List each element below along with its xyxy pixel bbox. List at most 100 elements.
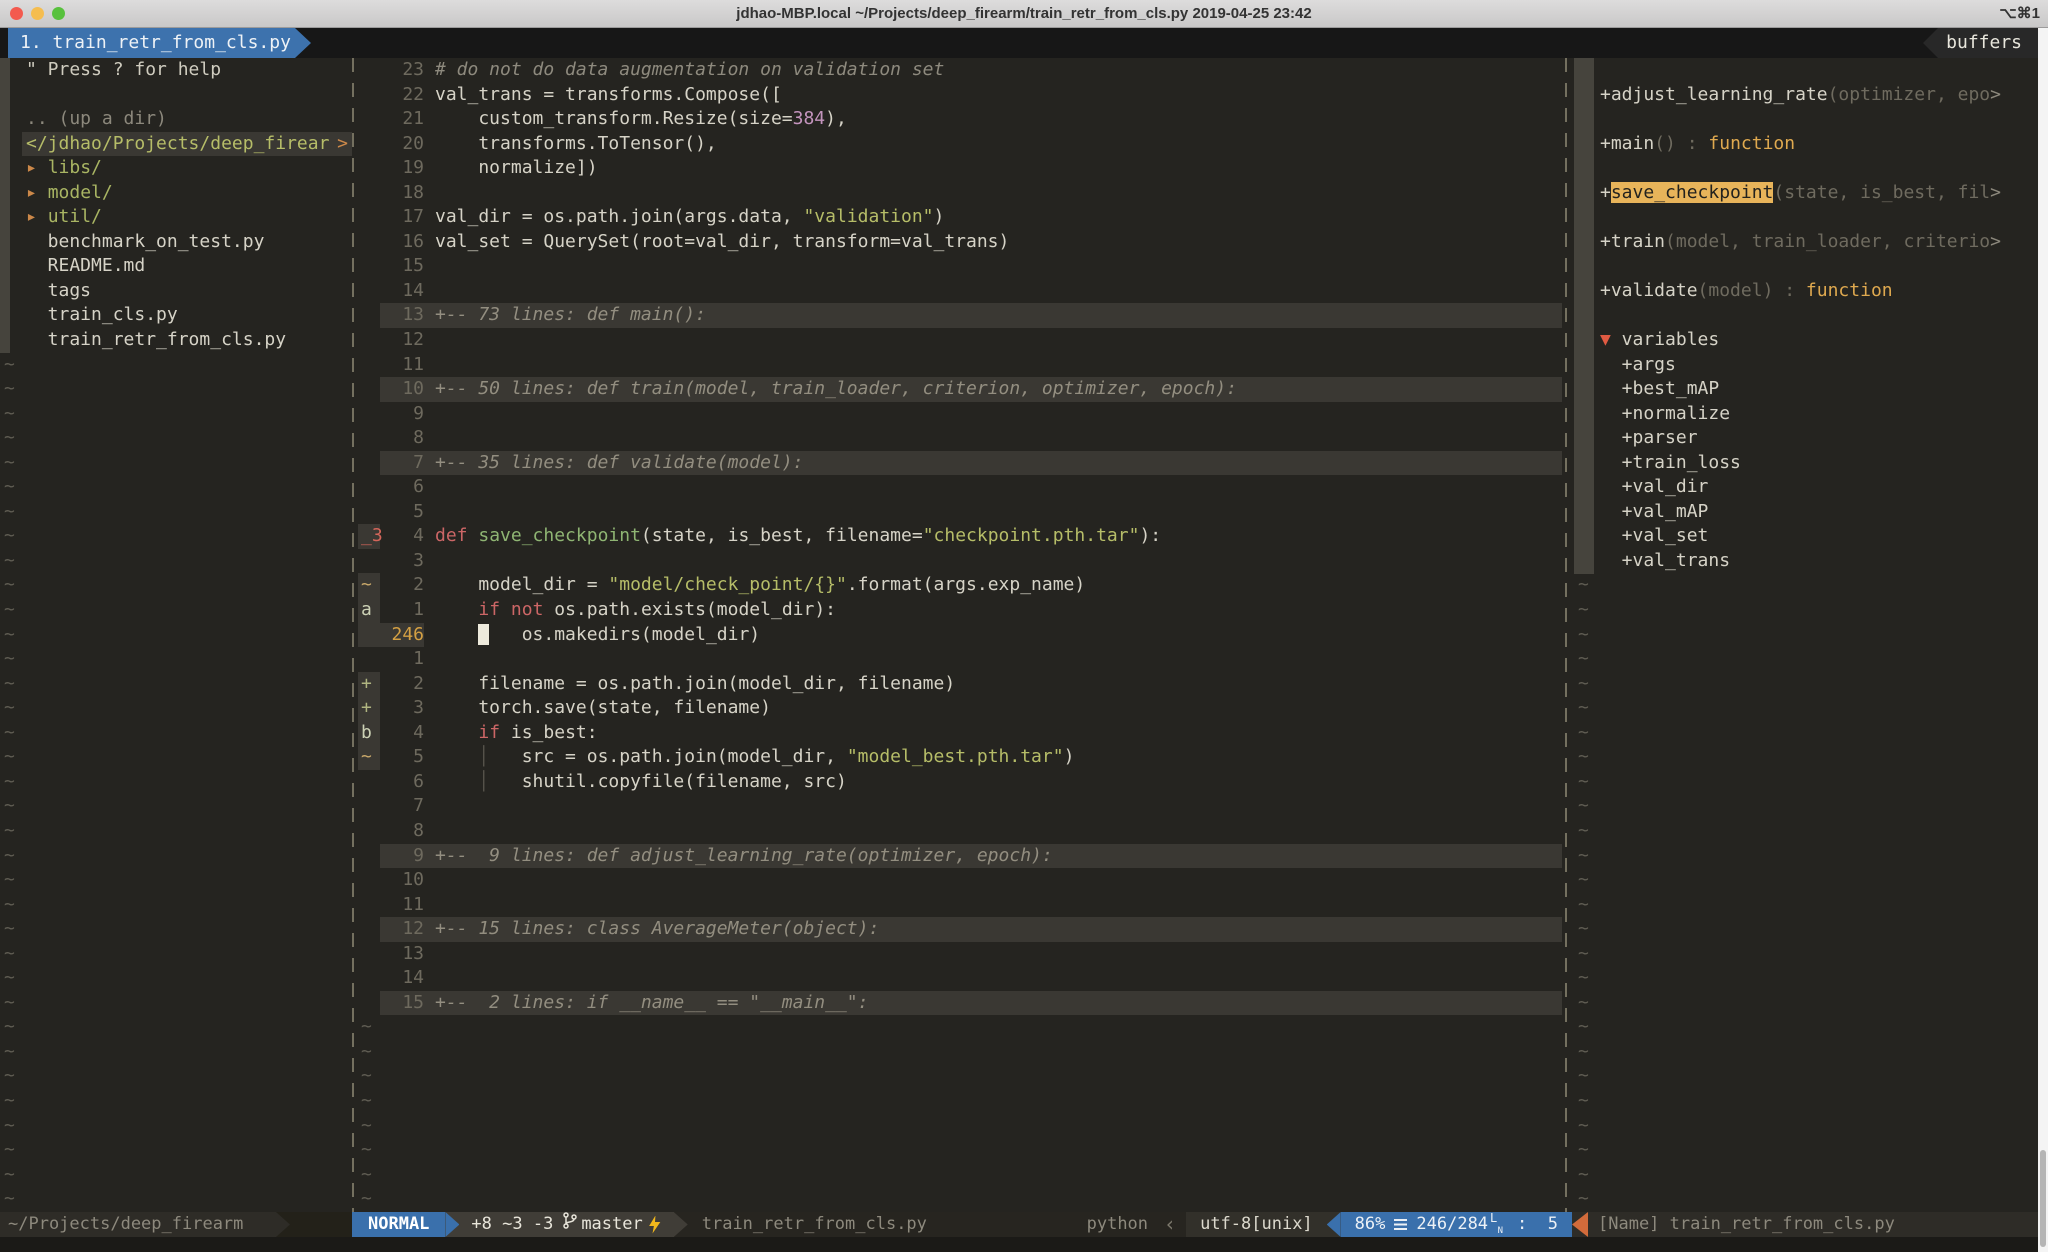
tabline: 1. train_retr_from_cls.py buffers <box>0 28 2038 58</box>
editor-line[interactable]: b4 if is_best: <box>358 721 1562 746</box>
sign-column <box>358 893 380 918</box>
editor-line[interactable]: 6 │ shutil.copyfile(filename, src) <box>358 770 1562 795</box>
tag-row[interactable]: +val_set <box>1572 524 2038 549</box>
editor-line[interactable]: 17val_dir = os.path.join(args.data, "val… <box>358 205 1562 230</box>
blank-line <box>0 83 352 108</box>
empty-line: ~ <box>358 1163 1562 1188</box>
editor-line[interactable]: ~5 │ src = os.path.join(model_dir, "mode… <box>358 745 1562 770</box>
editor-line[interactable]: 14 <box>358 966 1562 991</box>
line-content: +-- 50 lines: def train(model, train_loa… <box>424 377 1562 402</box>
line-number: 2 <box>380 573 424 598</box>
tag-row[interactable]: +normalize <box>1572 402 2038 427</box>
vertical-split-right[interactable] <box>1565 58 1567 1212</box>
folded-region[interactable]: 10+-- 50 lines: def train(model, train_l… <box>358 377 1562 402</box>
editor-line[interactable]: 5 <box>358 500 1562 525</box>
editor-line[interactable]: 14 <box>358 279 1562 304</box>
tree-item-dir[interactable]: ▸ util/ <box>0 205 352 230</box>
tag-row[interactable]: +val_mAP <box>1572 500 2038 525</box>
editor-line[interactable]: 15 <box>358 254 1562 279</box>
empty-line: ~ <box>0 598 352 623</box>
tree-item-dir[interactable]: ▸ libs/ <box>0 156 352 181</box>
line-number: 12 <box>380 328 424 353</box>
editor-line[interactable]: 11 <box>358 353 1562 378</box>
empty-line: ~ <box>1572 844 2038 869</box>
editor-line[interactable]: 10 <box>358 868 1562 893</box>
tag-row[interactable]: ▼ variables <box>1572 328 2038 353</box>
editor-line[interactable]: 6 <box>358 475 1562 500</box>
tag-row[interactable]: +parser <box>1572 426 2038 451</box>
scrollbar-thumb[interactable] <box>2040 1150 2046 1247</box>
folded-region[interactable]: 12+-- 15 lines: class AverageMeter(objec… <box>358 917 1562 942</box>
editor-line[interactable]: 19 normalize]) <box>358 156 1562 181</box>
folded-region[interactable]: 9+-- 9 lines: def adjust_learning_rate(o… <box>358 844 1562 869</box>
tree-root-dir[interactable]: </jdhao/Projects/deep_firear> <box>22 132 352 157</box>
tree-item-file[interactable]: tags <box>0 279 352 304</box>
tree-item-file[interactable]: train_cls.py <box>0 303 352 328</box>
vertical-split-left[interactable] <box>352 58 354 1212</box>
line-number: 246 <box>380 623 424 648</box>
nerdtree-statusline-path: ~/Projects/deep_firearm <box>0 1212 276 1237</box>
empty-line: ~ <box>0 991 352 1016</box>
tree-text-label: .. (up a dir) <box>26 108 167 129</box>
tree-item-file[interactable]: benchmark_on_test.py <box>0 230 352 255</box>
editor-line[interactable]: 21 custom_transform.Resize(size=384), <box>358 107 1562 132</box>
line-number: 9 <box>380 844 424 869</box>
line-content: val_set = QuerySet(root=val_dir, transfo… <box>424 230 1562 255</box>
editor-line[interactable]: 8 <box>358 426 1562 451</box>
blank-line <box>1572 156 2038 181</box>
line-content: │ shutil.copyfile(filename, src) <box>424 770 1562 795</box>
editor-line[interactable]: 11 <box>358 893 1562 918</box>
line-content <box>424 426 1562 451</box>
tag-row[interactable]: +args <box>1572 353 2038 378</box>
editor-line[interactable]: 7 <box>358 794 1562 819</box>
tag-row[interactable]: +adjust_learning_rate(optimizer, epo> <box>1572 83 2038 108</box>
editor-line[interactable]: ~2 model_dir = "model/check_point/{}".fo… <box>358 573 1562 598</box>
tag-row[interactable]: +train_loss <box>1572 451 2038 476</box>
line-number: 15 <box>380 254 424 279</box>
editor-line[interactable]: _34def save_checkpoint(state, is_best, f… <box>358 524 1562 549</box>
line-content: torch.save(state, filename) <box>424 696 1562 721</box>
line-content <box>424 942 1562 967</box>
scrollbar-track[interactable] <box>2038 28 2048 1252</box>
editor-line[interactable]: +3 torch.save(state, filename) <box>358 696 1562 721</box>
editor-line[interactable]: 23# do not do data augmentation on valid… <box>358 58 1562 83</box>
tag-row[interactable]: +validate(model) : function <box>1572 279 2038 304</box>
editor-line[interactable]: +2 filename = os.path.join(model_dir, fi… <box>358 672 1562 697</box>
sign-column <box>358 966 380 991</box>
tag-row[interactable]: +save_checkpoint(state, is_best, fil> <box>1572 181 2038 206</box>
folded-region[interactable]: 13+-- 73 lines: def main(): <box>358 303 1562 328</box>
editor-line[interactable]: 246 os.makedirs(model_dir) <box>358 623 1562 648</box>
editor-line[interactable]: 16val_set = QuerySet(root=val_dir, trans… <box>358 230 1562 255</box>
editor-pane[interactable]: 23 # do not do data augmentation on valid… <box>358 58 1562 1212</box>
editor-line[interactable]: 8 <box>358 819 1562 844</box>
line-content: # do not do data augmentation on validat… <box>424 58 1562 83</box>
tab-active[interactable]: 1. train_retr_from_cls.py <box>8 28 311 58</box>
tag-row[interactable]: +val_dir <box>1572 475 2038 500</box>
editor-line[interactable]: 12 <box>358 328 1562 353</box>
editor-line[interactable]: 18 <box>358 181 1562 206</box>
folded-region[interactable]: 15+-- 2 lines: if __name__ == "__main__"… <box>358 991 1562 1016</box>
sign-column <box>358 819 380 844</box>
line-number: 15 <box>380 991 424 1016</box>
editor-line[interactable]: 3 <box>358 549 1562 574</box>
editor-line[interactable]: 1 <box>358 647 1562 672</box>
sign-column <box>358 942 380 967</box>
editor-line[interactable]: 20 transforms.ToTensor(), <box>358 132 1562 157</box>
editor-line[interactable]: 13 <box>358 942 1562 967</box>
statusline-filename: train_retr_from_cls.py <box>688 1212 927 1237</box>
tree-item-file[interactable]: README.md <box>0 254 352 279</box>
tag-row[interactable]: +best_mAP <box>1572 377 2038 402</box>
empty-line: ~ <box>358 1040 1562 1065</box>
tree-item-dir[interactable]: ▸ model/ <box>0 181 352 206</box>
line-number: 5 <box>380 500 424 525</box>
tree-item-file[interactable]: train_retr_from_cls.py <box>0 328 352 353</box>
editor-line[interactable]: 9 <box>358 402 1562 427</box>
editor-line[interactable]: 22val_trans = transforms.Compose([ <box>358 83 1562 108</box>
editor-line[interactable]: a1 if not os.path.exists(model_dir): <box>358 598 1562 623</box>
file-label: train_retr_from_cls.py <box>26 329 286 350</box>
vim-command-line[interactable] <box>0 1237 2038 1252</box>
tag-row[interactable]: +train(model, train_loader, criterio> <box>1572 230 2038 255</box>
folded-region[interactable]: 7+-- 35 lines: def validate(model): <box>358 451 1562 476</box>
tag-row[interactable]: +val_trans <box>1572 549 2038 574</box>
tag-row[interactable]: +main() : function <box>1572 132 2038 157</box>
